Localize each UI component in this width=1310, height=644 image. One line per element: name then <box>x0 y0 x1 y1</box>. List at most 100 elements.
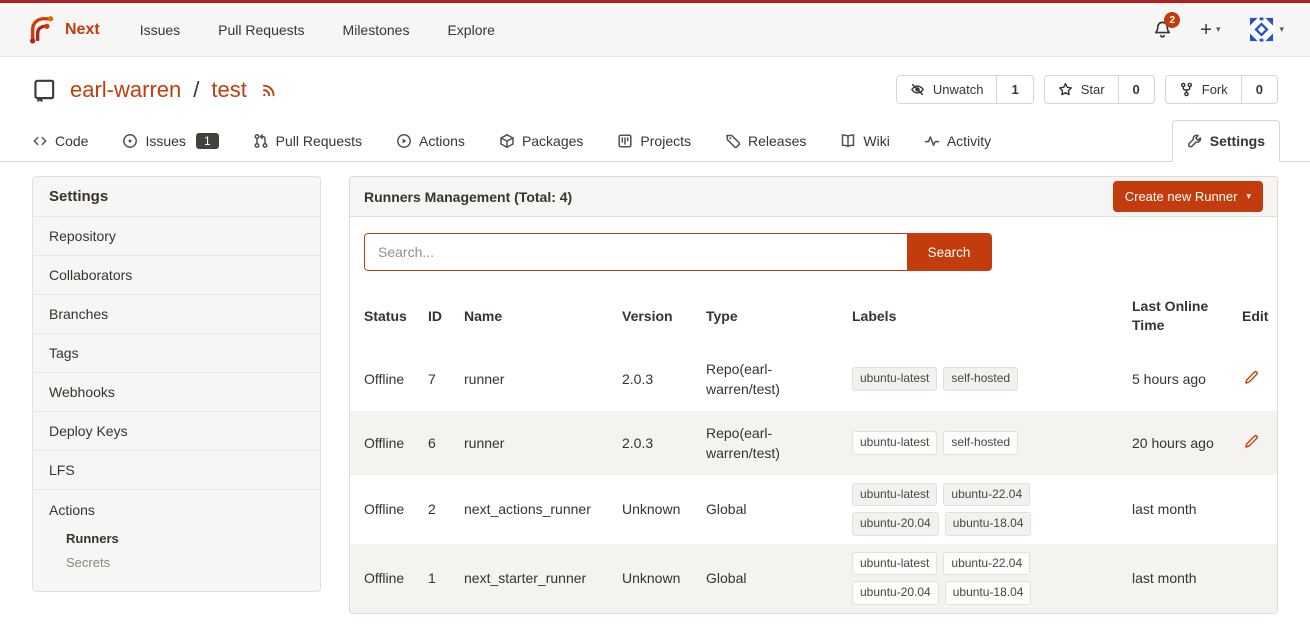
tab-pull-requests[interactable]: Pull Requests <box>251 121 364 161</box>
runner-type: Repo(earl-warren/test) <box>706 423 818 464</box>
runner-edit-cell <box>1234 475 1277 544</box>
runner-labels-cell: ubuntu-latestself-hosted <box>844 411 1124 475</box>
user-menu-button[interactable]: ▾ <box>1248 16 1284 43</box>
pulse-icon <box>924 133 940 149</box>
tab-issues[interactable]: Issues1 <box>120 121 220 161</box>
sidebar-subitem-secrets[interactable]: Secrets <box>49 551 304 575</box>
runner-name: next_starter_runner <box>456 544 614 613</box>
runner-labels-cell: ubuntu-latestubuntu-22.04ubuntu-20.04ubu… <box>844 544 1124 613</box>
table-header-row: StatusIDNameVersionTypeLabelsLast Online… <box>350 285 1277 347</box>
star-button[interactable]: Star <box>1045 76 1118 103</box>
runner-label-chip: ubuntu-20.04 <box>852 512 939 535</box>
runner-label-chip: ubuntu-latest <box>852 483 937 506</box>
runner-last-online: 20 hours ago <box>1124 411 1234 475</box>
column-header-id: ID <box>420 285 456 347</box>
runner-edit-cell <box>1234 544 1277 613</box>
fork-count[interactable]: 0 <box>1241 76 1277 103</box>
edit-runner-button[interactable] <box>1242 432 1261 451</box>
pull-request-icon <box>253 133 269 149</box>
tab-actions[interactable]: Actions <box>394 121 467 161</box>
wrench-icon <box>1187 133 1203 149</box>
sidebar-subitem-runners[interactable]: Runners <box>49 527 304 551</box>
runner-edit-cell <box>1234 411 1277 475</box>
repo-tabbar: Code Issues1 Pull Requests Actions Packages P… <box>0 116 1310 162</box>
sidebar-item-repository[interactable]: Repository <box>33 217 320 256</box>
caret-down-icon: ▾ <box>1246 191 1251 202</box>
navbar: Next Issues Pull Requests Milestones Explor… <box>0 3 1310 57</box>
unwatch-count[interactable]: 1 <box>996 76 1032 103</box>
package-icon <box>499 133 515 149</box>
repo-separator: / <box>193 77 199 103</box>
runner-last-online: last month <box>1124 544 1234 613</box>
runner-type-cell: Global <box>698 544 844 613</box>
runner-label-chip: ubuntu-22.04 <box>943 552 1030 575</box>
tab-activity[interactable]: Activity <box>922 121 993 161</box>
sidebar-item-branches[interactable]: Branches <box>33 295 320 334</box>
sidebar-item-lfs[interactable]: LFS <box>33 451 320 490</box>
fork-icon <box>1179 82 1194 97</box>
runner-labels-cell: ubuntu-latestself-hosted <box>844 347 1124 411</box>
runner-label-chip: self-hosted <box>943 367 1018 390</box>
tab-settings[interactable]: Settings <box>1172 120 1280 162</box>
notifications-button[interactable]: 2 <box>1153 20 1172 39</box>
navbar-item-milestones[interactable]: Milestones <box>343 22 410 38</box>
runners-panel: Runners Management (Total: 4) Create new… <box>349 176 1278 614</box>
search-input[interactable] <box>365 234 907 270</box>
rss-icon[interactable] <box>261 81 278 98</box>
runner-labels: ubuntu-latestubuntu-22.04ubuntu-20.04ubu… <box>852 552 1057 605</box>
sidebar-item-tags[interactable]: Tags <box>33 334 320 373</box>
star-button-group: Star 0 <box>1044 75 1155 104</box>
pencil-icon <box>1244 370 1259 385</box>
sidebar-item-actions[interactable]: Actions <box>49 501 304 527</box>
play-circle-icon <box>396 133 412 149</box>
sidebar-header: Settings <box>33 177 320 217</box>
runner-type-cell: Global <box>698 475 844 544</box>
runner-version: Unknown <box>614 544 698 613</box>
runner-status: Offline <box>350 475 420 544</box>
content: SettingsRepositoryCollaboratorsBranchesT… <box>0 162 1310 614</box>
column-header-edit: Edit <box>1234 285 1277 347</box>
runner-status: Offline <box>350 347 420 411</box>
tab-wiki[interactable]: Wiki <box>838 121 891 161</box>
page: Next Issues Pull Requests Milestones Explor… <box>0 0 1310 614</box>
runner-id: 2 <box>420 475 456 544</box>
search-button[interactable]: Search <box>907 234 991 270</box>
fork-button[interactable]: Fork <box>1166 76 1241 103</box>
repo-actions: Unwatch1 Star 0 Fork 0 <box>896 75 1278 104</box>
tab-releases[interactable]: Releases <box>723 121 808 161</box>
create-menu-button[interactable]: + ▾ <box>1200 20 1220 40</box>
runner-label-chip: ubuntu-18.04 <box>945 581 1032 604</box>
navbar-right: 2 + ▾ <box>1153 16 1284 43</box>
edit-runner-button[interactable] <box>1242 368 1261 387</box>
create-new-runner-button[interactable]: Create new Runner ▾ <box>1113 181 1263 212</box>
repo-header: earl-warren / test Unwatch1 Star 0 Fork 0 <box>0 57 1310 116</box>
runner-label-chip: ubuntu-latest <box>852 552 937 575</box>
tab-packages[interactable]: Packages <box>497 121 585 161</box>
star-label: Star <box>1081 82 1105 97</box>
forgejo-logo-icon[interactable] <box>26 14 56 46</box>
navbar-menu: Issues Pull Requests Milestones Explore <box>140 22 495 38</box>
search-box: Search <box>364 233 992 271</box>
star-count[interactable]: 0 <box>1118 76 1154 103</box>
settings-sidebar: SettingsRepositoryCollaboratorsBranchesT… <box>32 176 321 592</box>
brand-label[interactable]: Next <box>65 21 100 39</box>
repo-owner-link[interactable]: earl-warren <box>70 77 181 103</box>
tab-label: Pull Requests <box>276 133 362 149</box>
sidebar-item-collaborators[interactable]: Collaborators <box>33 256 320 295</box>
navbar-item-issues[interactable]: Issues <box>140 22 180 38</box>
unwatch-button-group: Unwatch1 <box>896 75 1034 104</box>
sidebar-item-webhooks[interactable]: Webhooks <box>33 373 320 412</box>
tab-projects[interactable]: Projects <box>615 121 693 161</box>
tag-icon <box>725 133 741 149</box>
sidebar-item-deploy-keys[interactable]: Deploy Keys <box>33 412 320 451</box>
code-icon <box>32 133 48 149</box>
tab-code[interactable]: Code <box>30 121 90 161</box>
column-header-last-online-time: Last Online Time <box>1124 285 1234 347</box>
fork-label: Fork <box>1202 82 1228 97</box>
repo-name-link[interactable]: test <box>211 77 246 103</box>
runner-name: runner <box>456 411 614 475</box>
column-header-version: Version <box>614 285 698 347</box>
unwatch-button[interactable]: Unwatch <box>897 76 997 103</box>
navbar-item-explore[interactable]: Explore <box>447 22 494 38</box>
navbar-item-pull-requests[interactable]: Pull Requests <box>218 22 304 38</box>
